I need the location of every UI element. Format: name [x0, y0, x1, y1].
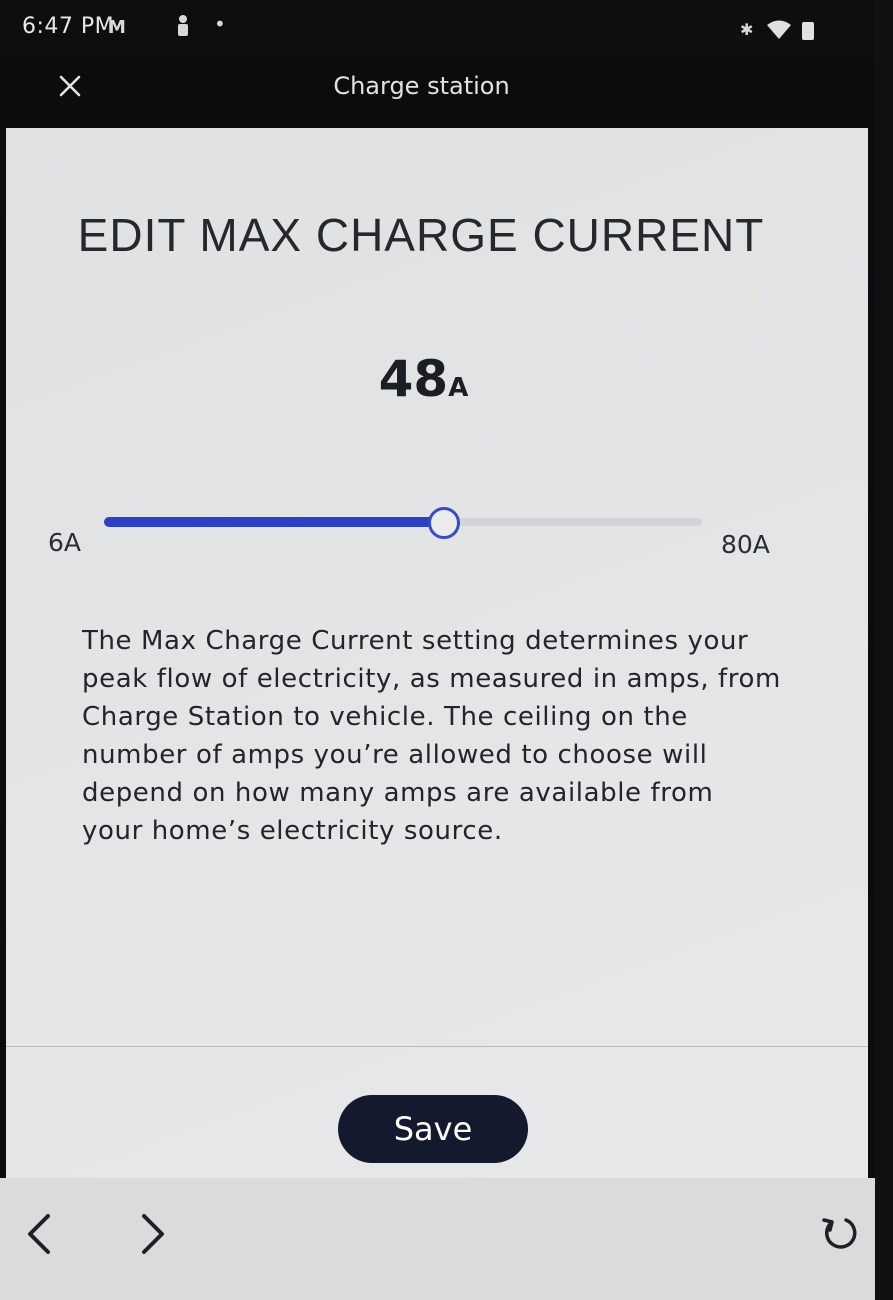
chevron-left-icon	[28, 1214, 50, 1254]
charge-current-slider[interactable]	[104, 507, 702, 539]
refresh-button[interactable]	[808, 1198, 868, 1268]
slider-thumb[interactable]	[428, 507, 460, 539]
bluetooth-icon: ✱	[740, 20, 754, 39]
battery-icon	[802, 22, 814, 40]
slider-max-label: 80A	[721, 530, 770, 559]
status-bar: 6:47 PM M • ✱	[0, 0, 893, 58]
current-unit: A	[448, 373, 469, 403]
person-icon	[176, 14, 190, 41]
back-button[interactable]	[10, 1198, 70, 1268]
content-card: EDIT MAX CHARGE CURRENT 48A 6A 80A The M…	[6, 128, 868, 1178]
description-text: The Max Charge Current setting determine…	[82, 626, 781, 846]
current-value-display: 48A	[6, 350, 841, 408]
current-value: 48	[378, 350, 449, 408]
chevron-right-icon	[142, 1214, 164, 1254]
forward-button[interactable]	[122, 1198, 182, 1268]
bottom-navigation	[0, 1178, 875, 1300]
header-title: Charge station	[333, 72, 510, 100]
status-time: 6:47 PM	[22, 14, 115, 39]
slider-min-label: 6A	[48, 528, 82, 557]
app-header: Charge station	[0, 58, 893, 128]
dot-icon: •	[214, 12, 226, 36]
slider-fill	[104, 517, 443, 527]
page-title: EDIT MAX CHARGE CURRENT	[77, 209, 765, 261]
screen-edge	[875, 0, 893, 1300]
gmail-icon: M	[108, 17, 126, 38]
wifi-icon	[766, 20, 792, 45]
divider	[6, 1046, 868, 1047]
save-button[interactable]: Save	[338, 1095, 528, 1163]
refresh-icon	[822, 1218, 857, 1249]
